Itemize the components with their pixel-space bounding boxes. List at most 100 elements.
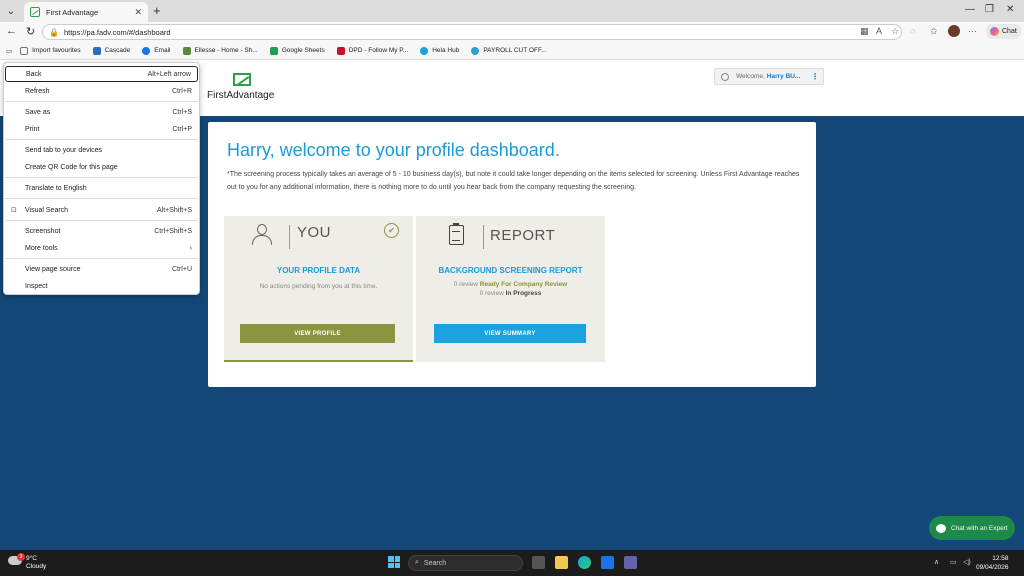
taskbar-search-input[interactable]: ⌕ Search <box>408 555 523 571</box>
minimize-icon[interactable]: — <box>965 4 975 15</box>
favourite-item[interactable]: Ellesse - Home - Sh... <box>182 46 258 55</box>
copilot-label: Chat <box>1002 28 1017 35</box>
weather-temp: 9°C <box>26 555 37 562</box>
report-panel: REPORT BACKGROUND SCREENING REPORT 0 rev… <box>416 216 605 362</box>
favourite-item[interactable]: Cascade <box>92 46 130 55</box>
report-title: REPORT <box>490 227 556 244</box>
dashboard-card: Harry, welcome to your profile dashboard… <box>208 122 816 387</box>
favourites-bar: ▭ Import favourites Cascade Email Elless… <box>0 42 1024 60</box>
menu-item-save-as[interactable]: Save as Ctrl+S <box>5 104 198 120</box>
collections-icon[interactable]: ▭ <box>6 47 12 55</box>
welcome-menu[interactable]: Welcome, Harry BU... ⋮ <box>714 68 824 85</box>
favourite-item[interactable]: Import favourites <box>20 46 81 55</box>
menu-item-shortcut: Alt+Left arrow <box>147 70 191 78</box>
review-count: 0 review <box>453 281 478 288</box>
windows-start-icon[interactable] <box>388 556 400 568</box>
user-outline-icon <box>252 224 272 246</box>
menu-item-screenshot[interactable]: Screenshot Ctrl+Shift+S <box>5 223 198 239</box>
divider <box>483 225 484 249</box>
first-advantage-logo-icon <box>233 73 251 86</box>
favourite-item[interactable]: DPD - Follow My P... <box>336 46 408 55</box>
back-icon[interactable]: ← <box>6 25 17 37</box>
you-title: YOU <box>297 224 332 241</box>
tab-title: First Advantage <box>46 7 99 17</box>
view-summary-button[interactable]: VIEW SUMMARY <box>434 324 586 343</box>
favourite-item[interactable]: Email <box>142 46 171 55</box>
file-explorer-icon[interactable] <box>555 556 568 569</box>
menu-item-translate[interactable]: Translate to English <box>5 180 198 196</box>
tab-first-advantage[interactable]: First Advantage ✕ <box>24 2 148 22</box>
submenu-arrow-icon: › <box>189 244 192 252</box>
show-hidden-icons-icon[interactable]: ∧ <box>934 558 939 566</box>
clipboard-icon <box>449 223 464 245</box>
menu-item-shortcut: Ctrl+P <box>172 125 192 133</box>
volume-icon[interactable]: ◁) <box>963 558 971 566</box>
close-tab-icon[interactable]: ✕ <box>134 7 142 18</box>
cascade-icon <box>92 46 101 55</box>
menu-item-back[interactable]: Back Alt+Left arrow <box>5 66 198 82</box>
menu-item-view-source[interactable]: View page source Ctrl+U <box>5 261 198 277</box>
outlook-icon[interactable] <box>601 556 614 569</box>
task-view-icon[interactable] <box>532 556 545 569</box>
weather-widget[interactable]: 3 9°C Cloudy <box>8 553 58 572</box>
tab-actions-icon[interactable]: ⌄ <box>3 3 19 19</box>
review-status: In Progress <box>505 290 542 297</box>
menu-item-visual-search[interactable]: ⊡ Visual Search Alt+Shift+S <box>5 202 198 218</box>
menu-item-label: Screenshot <box>25 227 61 235</box>
restore-icon[interactable]: ❐ <box>985 4 994 15</box>
more-options-icon[interactable]: ··· <box>968 26 977 36</box>
favourite-star-icon[interactable]: ☆ <box>891 26 899 37</box>
network-icon[interactable]: ▭ <box>950 558 957 566</box>
first-advantage-favicon-icon <box>30 7 40 17</box>
url-text: https://pa.fadv.com/#/dashboard <box>63 27 171 37</box>
read-aloud-icon[interactable]: A <box>876 26 882 36</box>
weather-desc: Cloudy <box>26 563 47 570</box>
edge-icon[interactable] <box>578 556 591 569</box>
screening-note: *The screening process typically takes a… <box>227 171 800 191</box>
notification-badge: 3 <box>17 553 25 561</box>
clock[interactable]: 12:58 09/04/2026 <box>976 554 1009 572</box>
menu-item-label: View page source <box>25 265 81 273</box>
close-window-icon[interactable]: ✕ <box>1006 4 1014 15</box>
menu-item-shortcut: Ctrl+Shift+S <box>154 227 192 235</box>
new-tab-icon[interactable]: + <box>153 3 161 18</box>
favourite-item[interactable]: Hela Hub <box>420 46 460 55</box>
menu-item-print[interactable]: Print Ctrl+P <box>5 121 198 137</box>
chat-with-expert-button[interactable]: Chat with an Expert <box>929 516 1015 540</box>
menu-item-shortcut: Ctrl+U <box>171 265 192 273</box>
menu-item-send-tab[interactable]: Send tab to your devices <box>5 142 198 158</box>
favourites-icon[interactable]: ✩ <box>930 26 938 37</box>
page-title: Harry, welcome to your profile dashboard… <box>227 140 560 160</box>
profile-data-heading: YOUR PROFILE DATA <box>276 266 361 275</box>
menu-item-label: Back <box>26 70 42 78</box>
app-available-icon[interactable]: ▦ <box>860 26 869 37</box>
menu-item-shortcut: Ctrl+R <box>171 87 192 95</box>
user-icon <box>721 72 729 81</box>
chat-bubble-icon <box>936 523 946 533</box>
menu-item-qr-code[interactable]: Create QR Code for this page <box>5 159 198 175</box>
profile-avatar[interactable] <box>948 25 960 37</box>
review-status: Ready For Company Review <box>479 281 568 288</box>
menu-item-refresh[interactable]: Refresh Ctrl+R <box>5 83 198 99</box>
refresh-icon[interactable]: ↻ <box>26 25 35 38</box>
divider <box>289 225 290 249</box>
time: 12:58 <box>992 555 1009 562</box>
favourite-item[interactable]: PAYROLL CUT OFF... <box>471 46 547 55</box>
menu-item-inspect[interactable]: Inspect <box>5 278 198 294</box>
favourite-label: Hela Hub <box>432 47 460 54</box>
favourite-item[interactable]: Google Sheets <box>269 46 325 55</box>
context-menu: Back Alt+Left arrow Refresh Ctrl+R Save as… <box>3 62 200 295</box>
browser-essentials-icon[interactable]: ◌ <box>910 26 915 36</box>
copilot-chat-button[interactable]: Chat <box>986 24 1021 39</box>
teams-icon[interactable] <box>624 556 637 569</box>
first-advantage-logo[interactable]: FirstAdvantage <box>207 73 277 103</box>
menu-item-more-tools[interactable]: More tools › <box>5 240 198 256</box>
search-icon: ⌕ <box>415 559 419 566</box>
taskbar: 3 9°C Cloudy ⌕ Search ∧ ▭ ◁) 12:58 09/04… <box>0 550 1024 576</box>
visual-search-icon: ⊡ <box>11 207 17 214</box>
import-favourites-icon <box>20 46 29 55</box>
kebab-menu-icon[interactable]: ⋮ <box>811 72 819 81</box>
menu-item-label: Translate to English <box>25 184 87 192</box>
view-profile-button[interactable]: VIEW PROFILE <box>240 324 395 343</box>
url-field[interactable]: 🔒 https://pa.fadv.com/#/dashboard <box>42 24 902 40</box>
